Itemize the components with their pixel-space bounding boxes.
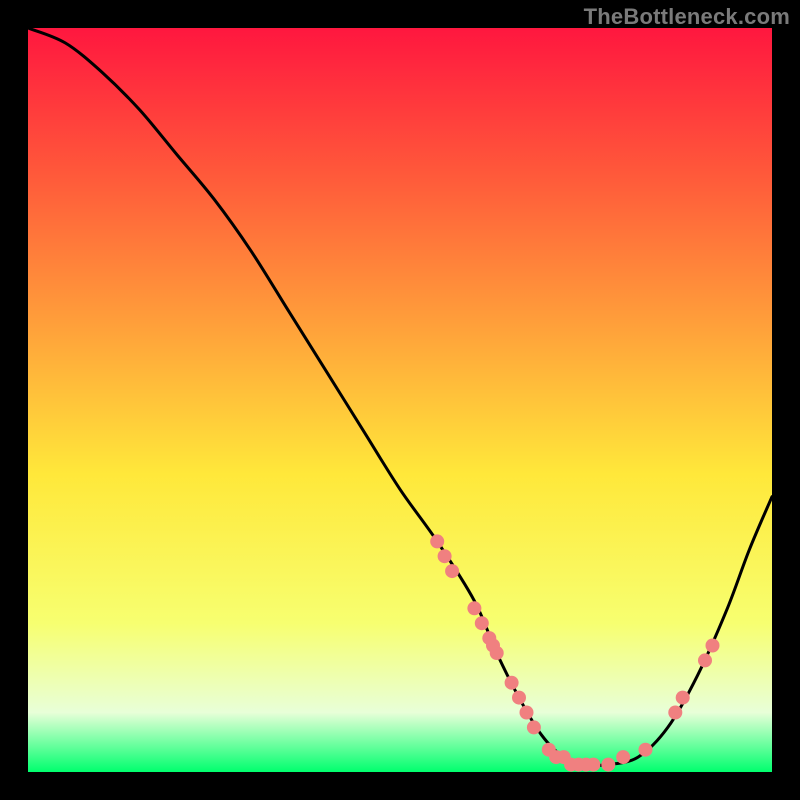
curve-marker	[475, 616, 489, 630]
curve-marker	[505, 676, 519, 690]
curve-marker	[698, 653, 712, 667]
curve-marker	[668, 706, 682, 720]
watermark-text: TheBottleneck.com	[584, 4, 790, 30]
curve-marker	[430, 534, 444, 548]
curve-marker	[490, 646, 504, 660]
curve-markers	[430, 534, 719, 771]
curve-marker	[445, 564, 459, 578]
curve-marker	[639, 743, 653, 757]
bottleneck-curve	[28, 28, 772, 766]
curve-marker	[616, 750, 630, 764]
curve-marker	[438, 549, 452, 563]
curve-marker	[601, 758, 615, 772]
chart-plot-area	[28, 28, 772, 772]
curve-marker	[512, 691, 526, 705]
curve-marker	[676, 691, 690, 705]
chart-svg	[28, 28, 772, 772]
curve-marker	[467, 601, 481, 615]
curve-marker	[706, 639, 720, 653]
curve-marker	[586, 758, 600, 772]
curve-marker	[527, 720, 541, 734]
curve-marker	[520, 706, 534, 720]
